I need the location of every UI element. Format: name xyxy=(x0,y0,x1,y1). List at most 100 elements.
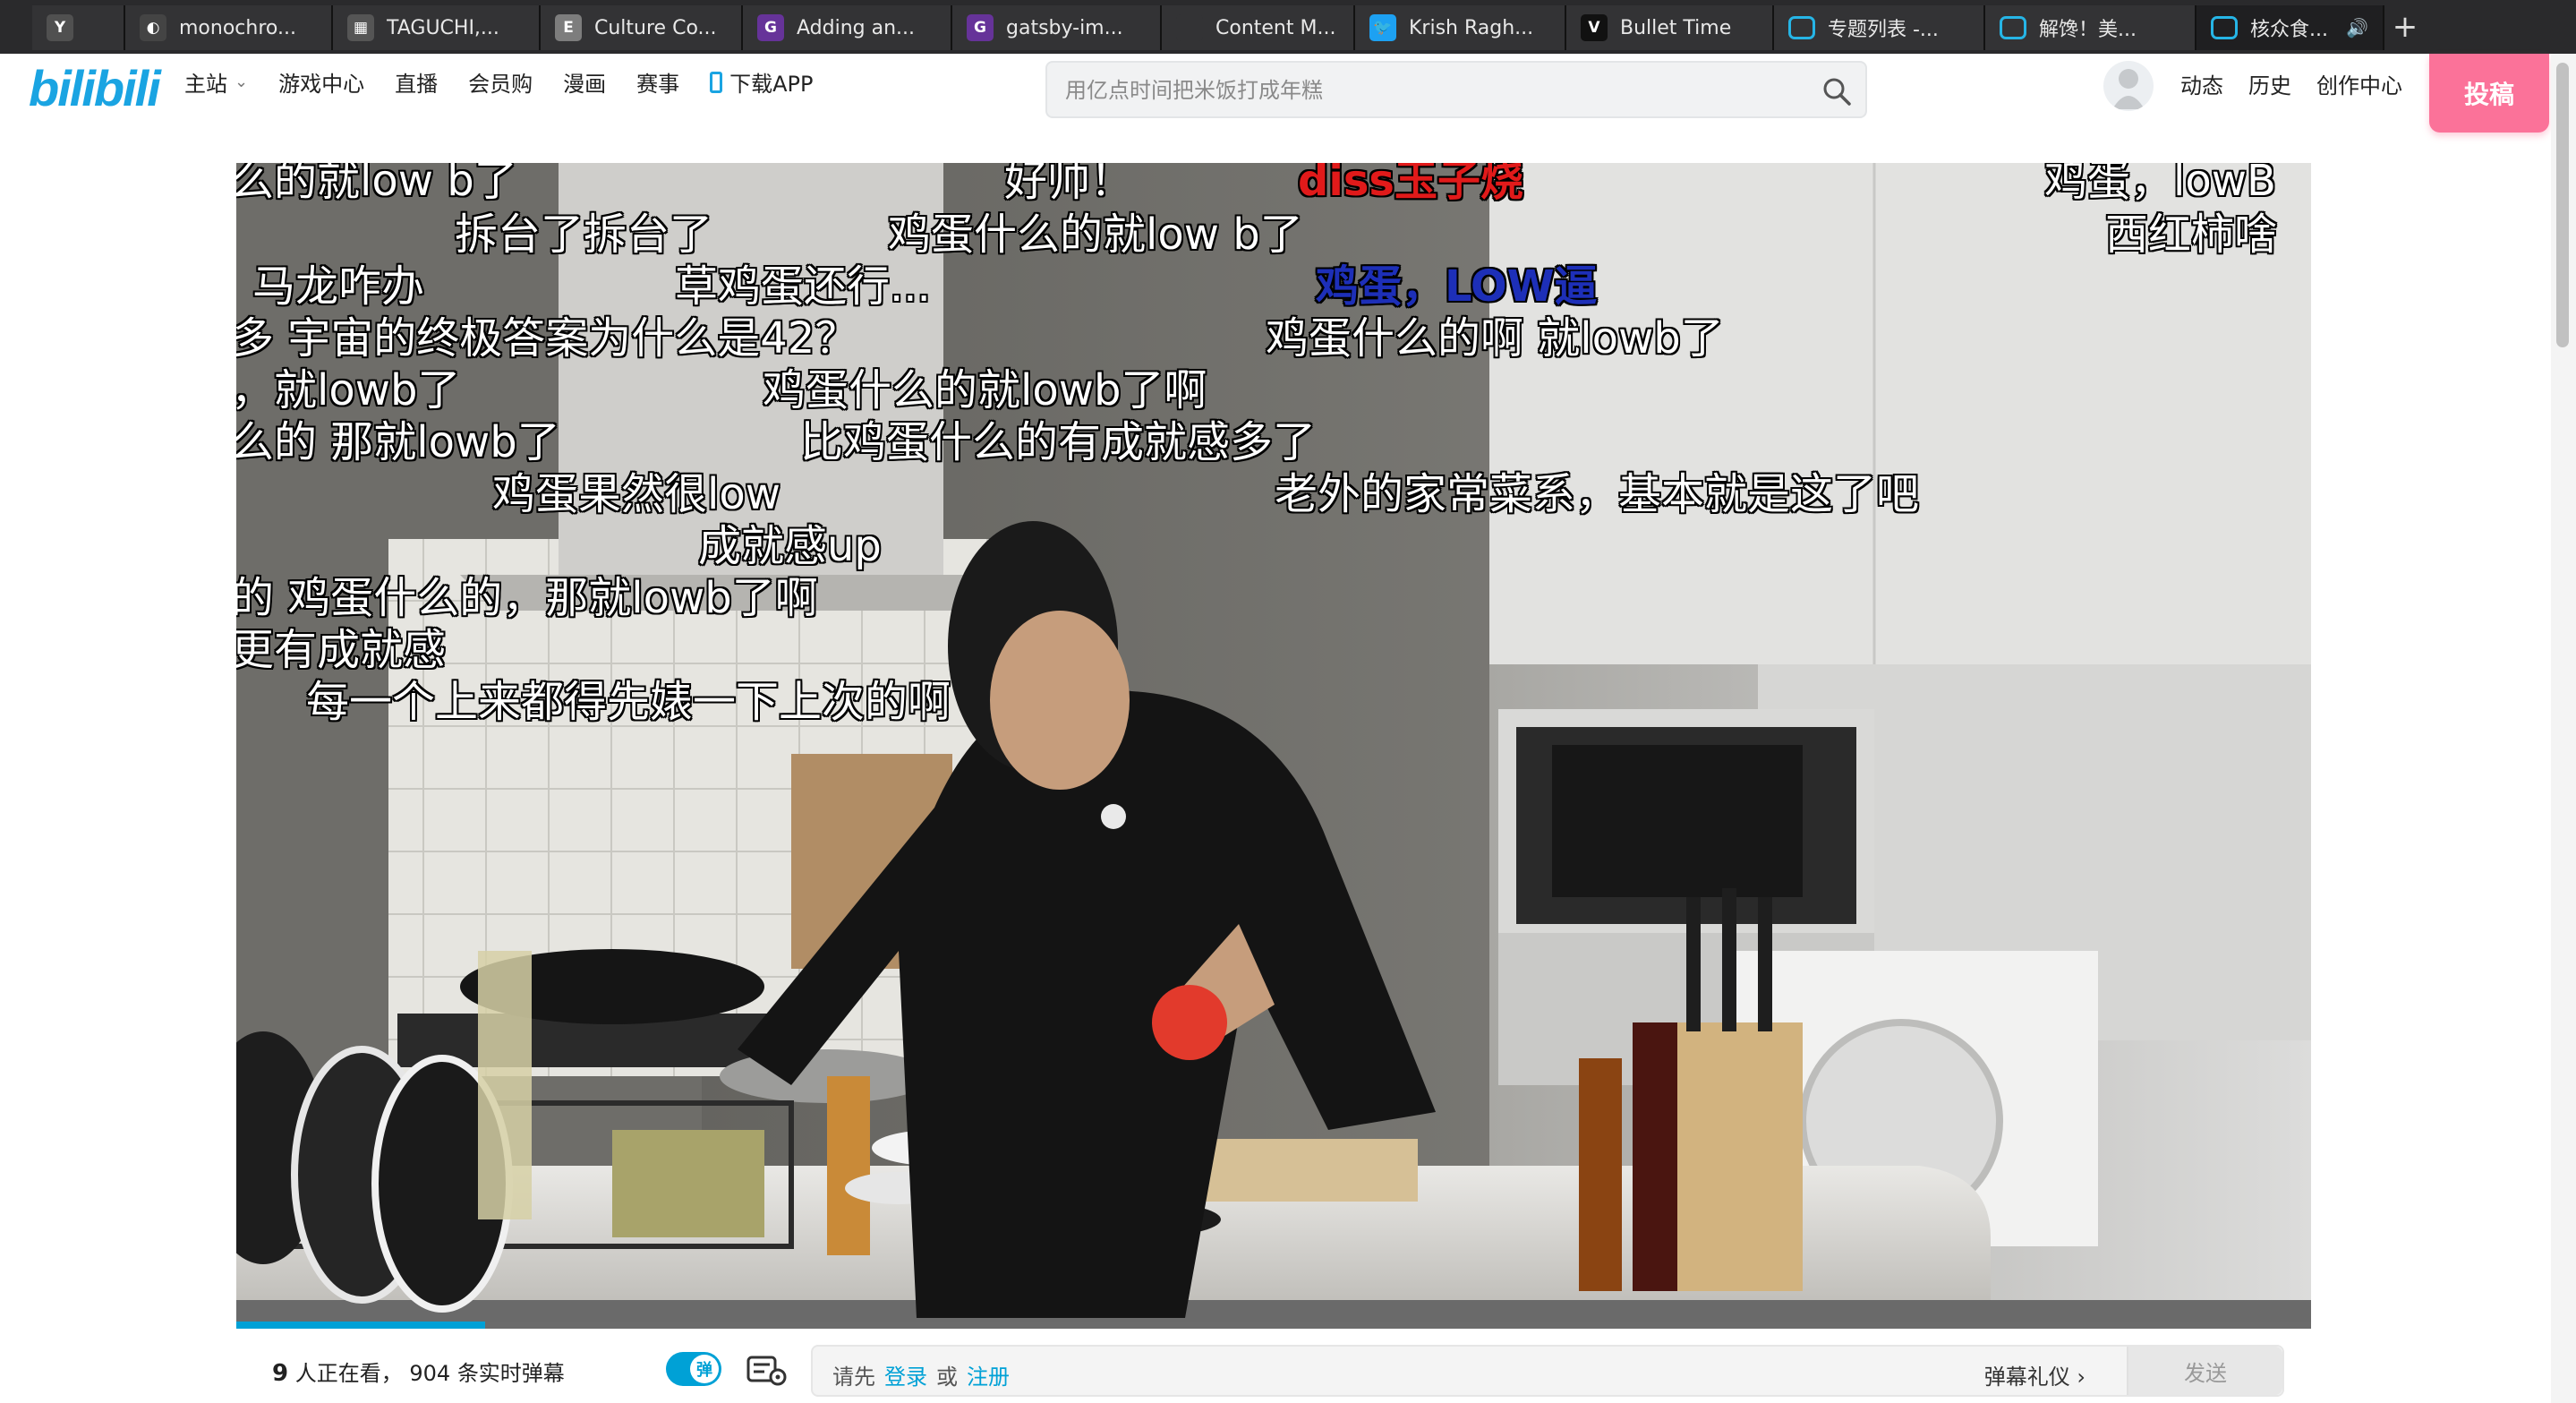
danmaku-comment: 鸡蛋什么的啊 就lowb了 xyxy=(1266,313,1724,364)
chevron-down-icon: ⌄ xyxy=(235,73,249,91)
tab-title: Krish Ragh... xyxy=(1409,16,1534,39)
main-nav: 主站 ⌄ 游戏中心 直播 会员购 漫画 赛事 下载APP xyxy=(184,66,813,98)
nav-dynamics[interactable]: 动态 xyxy=(2180,68,2223,99)
browser-tab[interactable]: 解馋！美... xyxy=(1985,5,2196,50)
nav-item-member-shop[interactable]: 会员购 xyxy=(468,66,533,98)
browser-tab[interactable]: Content M... xyxy=(1162,5,1355,50)
danmaku-comment: 拆台了拆台了 xyxy=(455,210,713,260)
danmaku-comment: 更有成就感 xyxy=(236,625,447,675)
nav-item-game-center[interactable]: 游戏中心 xyxy=(278,66,364,98)
danmaku-comment: 的 鸡蛋什么的，那就lowb了啊 xyxy=(236,573,818,623)
upload-button[interactable]: 投稿 xyxy=(2429,54,2549,133)
nav-creator-center[interactable]: 创作中心 xyxy=(2316,68,2402,99)
danmaku-comment: 好帅！ xyxy=(1004,163,1134,206)
progress-played xyxy=(236,1322,486,1329)
new-tab-button[interactable]: + xyxy=(2384,9,2426,45)
user-avatar[interactable] xyxy=(2103,61,2154,111)
bilibili-logo[interactable]: bilibili xyxy=(29,59,161,117)
login-link[interactable]: 登录 xyxy=(884,1365,927,1390)
danmaku-comment: 成就感up xyxy=(698,521,882,571)
danmaku-comment: 草鸡蛋还行... xyxy=(675,261,931,312)
danmaku-etiquette-link[interactable]: 弹幕礼仪 › xyxy=(1984,1359,2086,1390)
danmaku-comment: ，就lowb了 xyxy=(236,365,461,415)
tab-favicon-icon: G xyxy=(757,14,784,41)
tab-favicon-icon: E xyxy=(555,14,582,41)
tab-title: monochro... xyxy=(179,16,296,39)
page-scrollbar[interactable] xyxy=(2551,54,2576,1403)
browser-tab[interactable]: G Adding an... xyxy=(743,5,952,50)
nav-item-esports[interactable]: 赛事 xyxy=(636,66,679,98)
nav-item-main[interactable]: 主站 ⌄ xyxy=(184,66,248,98)
browser-tab-bar: Y ◐ monochro... ▦ TAGUCHI,... E Culture Co... G… xyxy=(0,0,2576,54)
hint-or: 或 xyxy=(936,1365,958,1390)
tab-favicon-icon: V xyxy=(1581,14,1608,41)
tab-favicon-icon xyxy=(1176,14,1203,41)
danmaku-comment: 么的就low b了 xyxy=(236,163,517,206)
nav-history[interactable]: 历史 xyxy=(2248,68,2291,99)
viewer-count: 9 xyxy=(272,1360,289,1387)
nav-label: 游戏中心 xyxy=(278,72,365,97)
tab-title: Culture Co... xyxy=(594,16,717,39)
danmaku-comment: diss玉子烧 xyxy=(1298,163,1523,206)
browser-tab[interactable]: Y xyxy=(32,5,125,50)
live-viewer-info: 9 人正在看， 904 条实时弹幕 xyxy=(272,1356,565,1387)
bilibili-tv-icon xyxy=(1788,16,1815,39)
danmaku-count: 904 条实时弹幕 xyxy=(409,1361,565,1386)
phone-icon xyxy=(710,71,723,93)
danmaku-settings-icon[interactable] xyxy=(746,1354,788,1386)
nav-label: 赛事 xyxy=(636,72,680,97)
site-header: bilibili 主站 ⌄ 游戏中心 直播 会员购 漫画 赛事 下载APP 动态… xyxy=(0,54,2576,134)
browser-tab[interactable]: Ggatsby-im... xyxy=(952,5,1162,50)
tab-strip-lead xyxy=(0,0,32,54)
speaker-icon[interactable]: 🔊 xyxy=(2346,17,2368,38)
tab-title: gatsby-im... xyxy=(1006,16,1123,39)
video-progress-bar[interactable] xyxy=(236,1322,2311,1329)
browser-tab[interactable]: 🐦 Krish Ragh... xyxy=(1355,5,1566,50)
tab-title: 核众食... xyxy=(2250,19,2328,41)
tab-favicon-icon: G xyxy=(967,14,994,41)
search-icon[interactable] xyxy=(1821,75,1853,107)
tab-title: Adding an... xyxy=(797,16,916,39)
tab-favicon-icon: ◐ xyxy=(140,14,166,41)
danmaku-toggle[interactable]: 弹 xyxy=(666,1352,721,1386)
tab-title: Content M... xyxy=(1215,16,1336,39)
hint-prefix: 请先 xyxy=(832,1365,875,1390)
nav-label: 会员购 xyxy=(468,72,533,97)
tab-list: Y ◐ monochro... ▦ TAGUCHI,... E Culture Co... G… xyxy=(32,4,2384,50)
danmaku-comment: 鸡蛋果然很low xyxy=(492,469,780,519)
browser-tab[interactable]: 专题列表 -... xyxy=(1774,5,1985,50)
viewer-text: 人正在看， xyxy=(294,1361,403,1386)
danmaku-toggle-knob: 弹 xyxy=(690,1355,719,1383)
nav-item-download-app[interactable]: 下载APP xyxy=(710,66,813,98)
nav-label-main: 主站 xyxy=(184,72,227,97)
video-player[interactable]: 么的就low b了 好帅！ diss玉子烧 鸡蛋，lowB 拆台了拆台了 鸡蛋什… xyxy=(236,163,2311,1329)
danmaku-comment: 每一个上来都得先婊一下上次的啊 xyxy=(306,677,951,727)
nav-item-manga[interactable]: 漫画 xyxy=(563,66,606,98)
danmaku-comment: 比鸡蛋什么的有成就感多了 xyxy=(800,417,1317,467)
browser-tab[interactable]: E Culture Co... xyxy=(541,5,743,50)
nav-item-live[interactable]: 直播 xyxy=(395,66,438,98)
user-nav: 动态 历史 创作中心 xyxy=(2180,68,2402,99)
danmaku-comment: 鸡蛋，LOW逼 xyxy=(1316,261,1598,312)
nav-label: 漫画 xyxy=(563,72,607,97)
tab-title: TAGUCHI,... xyxy=(387,16,499,39)
nav-label: 下载APP xyxy=(729,72,814,97)
scrollbar-thumb[interactable] xyxy=(2556,63,2569,347)
send-button[interactable]: 发送 xyxy=(2127,1347,2282,1395)
search-input[interactable] xyxy=(1063,72,1801,109)
browser-tab[interactable]: 核众食... 🔊 xyxy=(2196,5,2384,50)
danmaku-comment: 西红柿啥 xyxy=(2105,210,2278,260)
danmaku-layer: 么的就low b了 好帅！ diss玉子烧 鸡蛋，lowB 拆台了拆台了 鸡蛋什… xyxy=(236,163,2311,1329)
bilibili-tv-icon xyxy=(2000,16,2026,39)
avatar-icon xyxy=(2112,69,2145,109)
register-link[interactable]: 注册 xyxy=(967,1365,1010,1390)
danmaku-comment: 老外的家常菜系，基本就是这了吧 xyxy=(1275,469,1920,519)
browser-tab[interactable]: V Bullet Time xyxy=(1566,5,1774,50)
danmaku-comment: 鸡蛋什么的就lowb了啊 xyxy=(763,365,1207,415)
browser-tab[interactable]: ◐ monochro... xyxy=(125,5,333,50)
danmaku-input[interactable]: 请先 登录或注册 弹幕礼仪 › 发送 xyxy=(811,1345,2284,1397)
browser-tab[interactable]: ▦ TAGUCHI,... xyxy=(333,5,541,50)
bilibili-tv-icon xyxy=(2211,16,2238,39)
danmaku-send-bar: 9 人正在看， 904 条实时弹幕 弹 请先 登录或注册 弹幕礼仪 › 发送 xyxy=(236,1329,2311,1403)
login-hint: 请先 登录或注册 xyxy=(832,1359,1019,1390)
